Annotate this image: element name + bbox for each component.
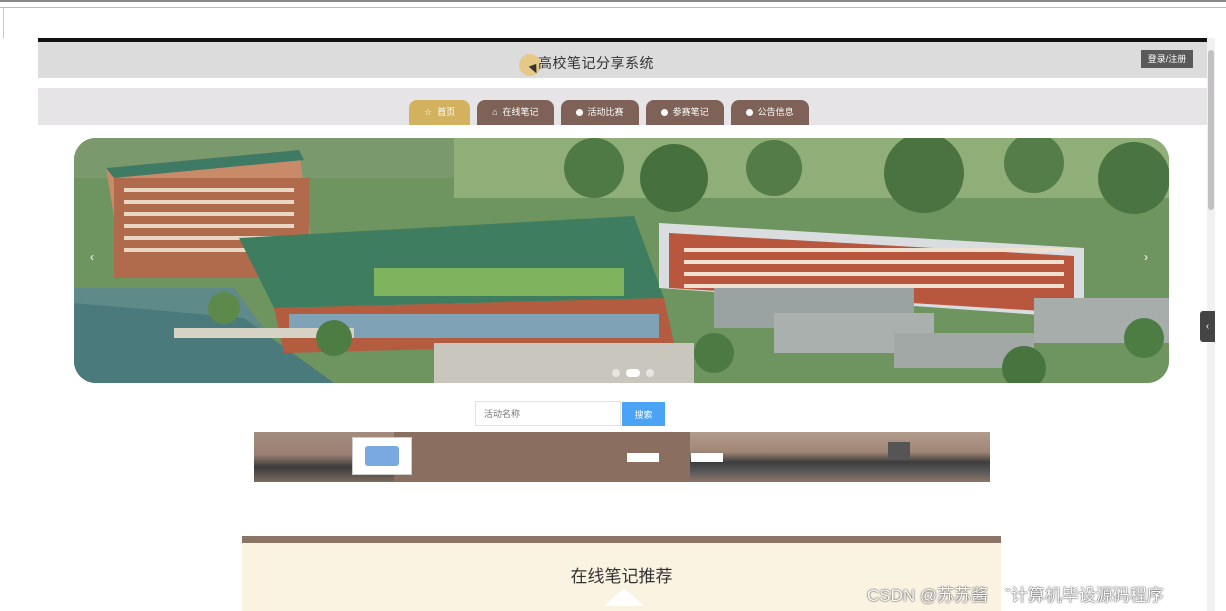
pier-photo-right: [690, 432, 990, 482]
banner-prev-arrow[interactable]: ‹: [90, 250, 94, 264]
csdn-watermark: CSDN @苏苏酱 ˇ计算机毕设源码程序: [867, 586, 1164, 605]
activity-thumbnail[interactable]: [352, 437, 412, 475]
banner-pagination: [612, 369, 654, 377]
star-icon: ☆: [424, 107, 433, 117]
nav-tab-label: 活动比赛: [587, 107, 624, 117]
nav-tab-online-notes[interactable]: ⌂ 在线笔记: [477, 100, 554, 125]
main-nav: ☆ 首页 ⌂ 在线笔记 活动比赛 参赛笔记 公告信息: [38, 88, 1215, 125]
site-header: 高校笔记分享系统 登录/注册: [38, 42, 1215, 78]
dot-icon: [745, 109, 753, 116]
banner-dot[interactable]: [646, 369, 654, 377]
dot-icon: [575, 109, 583, 116]
dot-icon: [660, 109, 668, 116]
scrollbar-thumb[interactable]: [1208, 50, 1214, 210]
banner-dot[interactable]: [612, 369, 620, 377]
nav-tab-label: 参赛笔记: [672, 107, 709, 117]
campus-banner-image: [74, 138, 1169, 383]
home-icon: ⌂: [492, 107, 498, 117]
banner-dot-active[interactable]: [626, 369, 640, 377]
window-frame-edge: [0, 8, 4, 38]
nav-tab-competitions[interactable]: 活动比赛: [560, 100, 639, 125]
page: 高校笔记分享系统 登录/注册 ☆ 首页 ⌂ 在线笔记 活动比赛 参赛笔记 公告信…: [38, 38, 1215, 611]
search-button[interactable]: 搜索: [622, 402, 665, 426]
site-title: 高校笔记分享系统: [538, 55, 654, 71]
window-frame-top: [0, 0, 1226, 8]
section-notch: [604, 588, 644, 606]
nav-tab-announcements[interactable]: 公告信息: [730, 100, 809, 125]
nav-tab-label: 首页: [437, 107, 456, 117]
nav-tab-home[interactable]: ☆ 首页: [409, 100, 471, 125]
campus-banner-carousel[interactable]: ‹ ›: [74, 138, 1169, 383]
section-top-bar: [242, 536, 1001, 543]
login-register-button[interactable]: 登录/注册: [1141, 50, 1193, 68]
nav-tab-entry-notes[interactable]: 参赛笔记: [645, 100, 724, 125]
nav-tab-label: 在线笔记: [502, 107, 539, 117]
nav-tabs: ☆ 首页 ⌂ 在线笔记 活动比赛 参赛笔记 公告信息: [409, 100, 809, 125]
side-collapse-tab[interactable]: ‹: [1200, 311, 1215, 342]
activity-image-strip[interactable]: [254, 432, 990, 482]
activity-search-input[interactable]: [475, 401, 621, 426]
strip-label-block: [691, 453, 723, 462]
nav-tab-label: 公告信息: [757, 107, 794, 117]
thumbnail-graphic: [365, 446, 399, 466]
banner-next-arrow[interactable]: ›: [1144, 250, 1148, 264]
pier-tower-shape: [888, 442, 910, 460]
strip-label-block: [627, 453, 659, 462]
